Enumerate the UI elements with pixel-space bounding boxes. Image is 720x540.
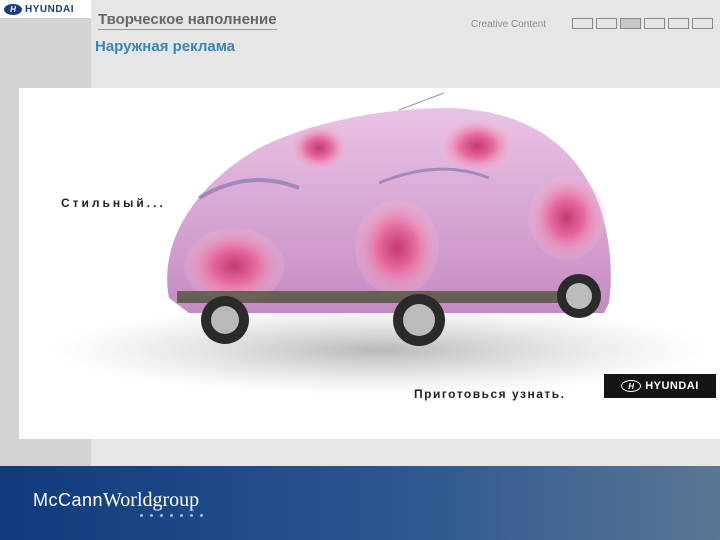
progress-segment (620, 18, 641, 29)
progress-segment (596, 18, 617, 29)
footer-dots (140, 514, 210, 517)
footer-dot (190, 514, 193, 517)
footer-dot (200, 514, 203, 517)
ad-panel: Стильный... Приготовься узнать. H HYUNDA… (19, 88, 720, 439)
progress-segment (572, 18, 593, 29)
footer-dot (140, 514, 143, 517)
section-progress (572, 18, 716, 29)
brand-suffix: Worldgroup (103, 489, 200, 511)
ad-tagline-top: Стильный... (61, 196, 166, 210)
section-label: Creative Content (471, 19, 547, 30)
hyundai-logo-text: HYUNDAI (25, 3, 75, 15)
ad-hyundai-logo: H HYUNDAI (604, 374, 716, 398)
page-title: Творческое наполнение (98, 11, 277, 30)
page-subtitle: Наружная реклама (95, 38, 235, 55)
progress-segment (644, 18, 665, 29)
footer-dot (170, 514, 173, 517)
footer-dot (160, 514, 163, 517)
brand-prefix: McCann (33, 490, 104, 510)
hyundai-emblem-icon: H (621, 380, 642, 392)
footer-dot (180, 514, 183, 517)
progress-segment (668, 18, 689, 29)
hyundai-logo: H HYUNDAI (0, 0, 91, 18)
ad-tagline-bottom: Приготовься узнать. (414, 387, 566, 401)
footer-dot (150, 514, 153, 517)
progress-segment (692, 18, 713, 29)
footer-bar: McCannWorldgroup (0, 466, 720, 540)
hyundai-emblem-icon: H (4, 3, 22, 15)
mccann-worldgroup-logo: McCannWorldgroup (33, 489, 199, 512)
ad-hyundai-logo-text: HYUNDAI (645, 380, 699, 392)
